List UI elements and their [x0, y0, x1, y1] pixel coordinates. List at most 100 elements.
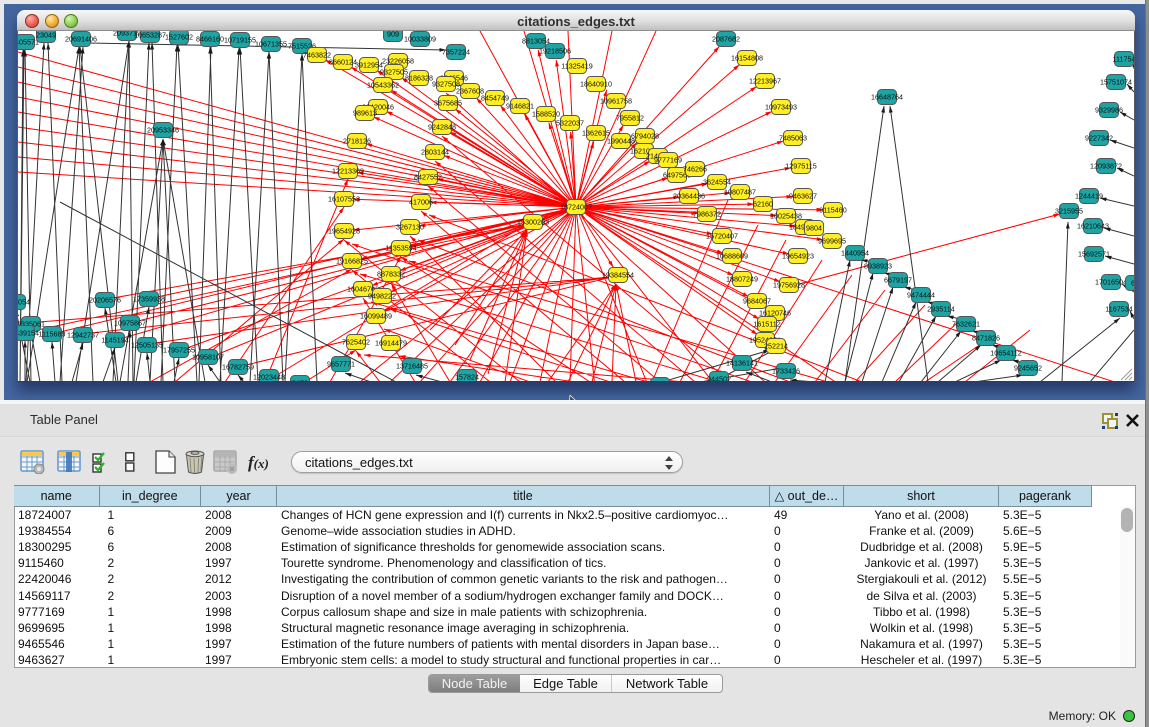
svg-text:9146821: 9146821	[506, 102, 534, 111]
svg-text:10033809: 10033809	[404, 35, 436, 44]
svg-text:12975115: 12975115	[785, 162, 816, 171]
svg-text:10975867: 10975867	[114, 319, 146, 328]
svg-text:6794028: 6794028	[631, 132, 659, 141]
svg-text:10973493: 10973493	[765, 103, 797, 112]
svg-text:7357224: 7357224	[442, 48, 470, 57]
svg-text:1167534: 1167534	[1105, 305, 1132, 314]
svg-text:9242848: 9242848	[428, 123, 456, 132]
svg-text:11325419: 11325419	[561, 62, 592, 71]
svg-text:3624554: 3624554	[703, 178, 731, 187]
svg-text:8186328: 8186328	[405, 74, 433, 83]
svg-text:19166825: 19166825	[336, 257, 368, 266]
svg-text:2803144: 2803144	[421, 148, 449, 157]
svg-text:3267130: 3267130	[396, 223, 424, 232]
svg-text:111754: 111754	[1113, 55, 1134, 64]
svg-text:9450: 9450	[292, 379, 308, 382]
svg-text:15720407: 15720407	[706, 232, 738, 241]
svg-text:68: 68	[1131, 279, 1134, 288]
svg-text:19384554: 19384554	[602, 271, 634, 280]
svg-text:16154808: 16154808	[731, 54, 763, 63]
svg-text:17957255: 17957255	[163, 346, 195, 355]
svg-text:7485063: 7485063	[779, 134, 807, 143]
svg-text:7625402: 7625402	[342, 338, 370, 347]
svg-text:16107553: 16107553	[328, 195, 360, 204]
svg-text:746266: 746266	[683, 165, 707, 174]
svg-text:16914479: 16914479	[375, 339, 407, 348]
svg-text:25300203: 25300203	[517, 218, 549, 227]
svg-text:77345: 77345	[650, 381, 670, 382]
svg-text:9777169: 9777169	[654, 156, 682, 165]
svg-text:7463822: 7463822	[303, 51, 331, 60]
svg-text:8938923: 8938923	[864, 262, 892, 271]
svg-text:9115460: 9115460	[819, 206, 846, 215]
svg-text:8660124: 8660124	[329, 58, 357, 67]
svg-text:1733426: 1733426	[772, 367, 800, 376]
svg-text:17359938: 17359938	[133, 295, 165, 304]
svg-text:6679197: 6679197	[884, 276, 912, 285]
svg-text:7632621: 7632621	[952, 320, 980, 329]
svg-text:1439154: 1439154	[18, 329, 39, 338]
svg-text:8813054: 8813054	[522, 37, 550, 46]
svg-text:2367608: 2367608	[456, 87, 484, 96]
svg-text:17016504: 17016504	[1095, 278, 1127, 287]
svg-text:1244419: 1244419	[1075, 192, 1103, 201]
svg-text:1145194: 1145194	[101, 336, 128, 345]
svg-text:12942737: 12942737	[67, 331, 99, 340]
svg-text:13716485: 13716485	[396, 362, 428, 371]
svg-text:16782759: 16782759	[222, 363, 254, 372]
svg-text:16210643: 16210643	[1077, 222, 1109, 231]
svg-text:10688609: 10688609	[716, 252, 748, 261]
svg-text:3912954: 3912954	[355, 61, 383, 70]
svg-text:15751074: 15751074	[1100, 78, 1132, 87]
svg-text:1615112: 1615112	[753, 320, 780, 329]
svg-text:9699695: 9699695	[818, 237, 846, 246]
svg-text:7986372: 7986372	[693, 210, 721, 219]
svg-text:12093872: 12093872	[1090, 162, 1122, 171]
svg-text:18807249: 18807249	[726, 275, 758, 284]
svg-text:9498222: 9498222	[368, 292, 396, 301]
svg-text:10719155: 10719155	[224, 36, 256, 45]
svg-text:18724007: 18724007	[560, 203, 592, 212]
svg-text:2087682: 2087682	[712, 35, 740, 44]
svg-text:8466160: 8466160	[196, 35, 224, 44]
svg-text:19654928: 19654928	[328, 227, 360, 236]
svg-text:18640910: 18640910	[580, 80, 612, 89]
svg-text:9245652: 9245652	[1014, 364, 1042, 373]
svg-text:20364436: 20364436	[673, 192, 705, 201]
svg-text:9329986: 9329986	[1095, 106, 1123, 115]
svg-text:19654923: 19654923	[782, 252, 814, 261]
svg-text:1362615: 1362615	[582, 129, 610, 138]
svg-text:10654112: 10654112	[990, 349, 1021, 358]
svg-text:20691406: 20691406	[65, 35, 97, 44]
svg-text:9227342: 9227342	[1085, 134, 1113, 143]
svg-text:62160: 62160	[753, 200, 773, 209]
svg-text:10025438: 10025438	[770, 212, 802, 221]
svg-text:1391054: 1391054	[18, 298, 30, 307]
svg-text:157824: 157824	[455, 373, 479, 382]
svg-text:16648764: 16648764	[871, 93, 903, 102]
svg-text:1527602: 1527602	[165, 33, 193, 42]
svg-text:12023448: 12023448	[253, 373, 285, 382]
svg-text:10961758: 10961758	[600, 97, 632, 106]
svg-text:10807487: 10807487	[724, 188, 756, 197]
svg-text:12213369: 12213369	[332, 167, 364, 176]
svg-text:9474444: 9474444	[907, 291, 935, 300]
svg-text:3215955: 3215955	[1055, 207, 1083, 216]
svg-text:9463627: 9463627	[789, 192, 817, 201]
svg-text:2935114: 2935114	[927, 305, 954, 314]
svg-text:9684067: 9684067	[743, 297, 771, 306]
svg-text:8471826: 8471826	[972, 334, 1000, 343]
svg-text:7955812: 7955812	[616, 114, 644, 123]
svg-text:19218506: 19218506	[539, 47, 571, 56]
svg-text:19756928: 19756928	[773, 281, 805, 290]
svg-text:1440954: 1440954	[841, 249, 869, 258]
svg-text:9327505: 9327505	[380, 68, 408, 77]
svg-text:5322037: 5322037	[556, 119, 584, 128]
svg-text:252214: 252214	[764, 342, 788, 351]
svg-text:12213967: 12213967	[749, 77, 781, 86]
svg-text:417006: 417006	[409, 198, 433, 207]
svg-text:14136141: 14136141	[726, 359, 758, 368]
svg-text:12505135: 12505135	[131, 341, 163, 350]
svg-text:909: 909	[387, 31, 399, 39]
svg-text:10543362: 10543362	[367, 81, 399, 90]
